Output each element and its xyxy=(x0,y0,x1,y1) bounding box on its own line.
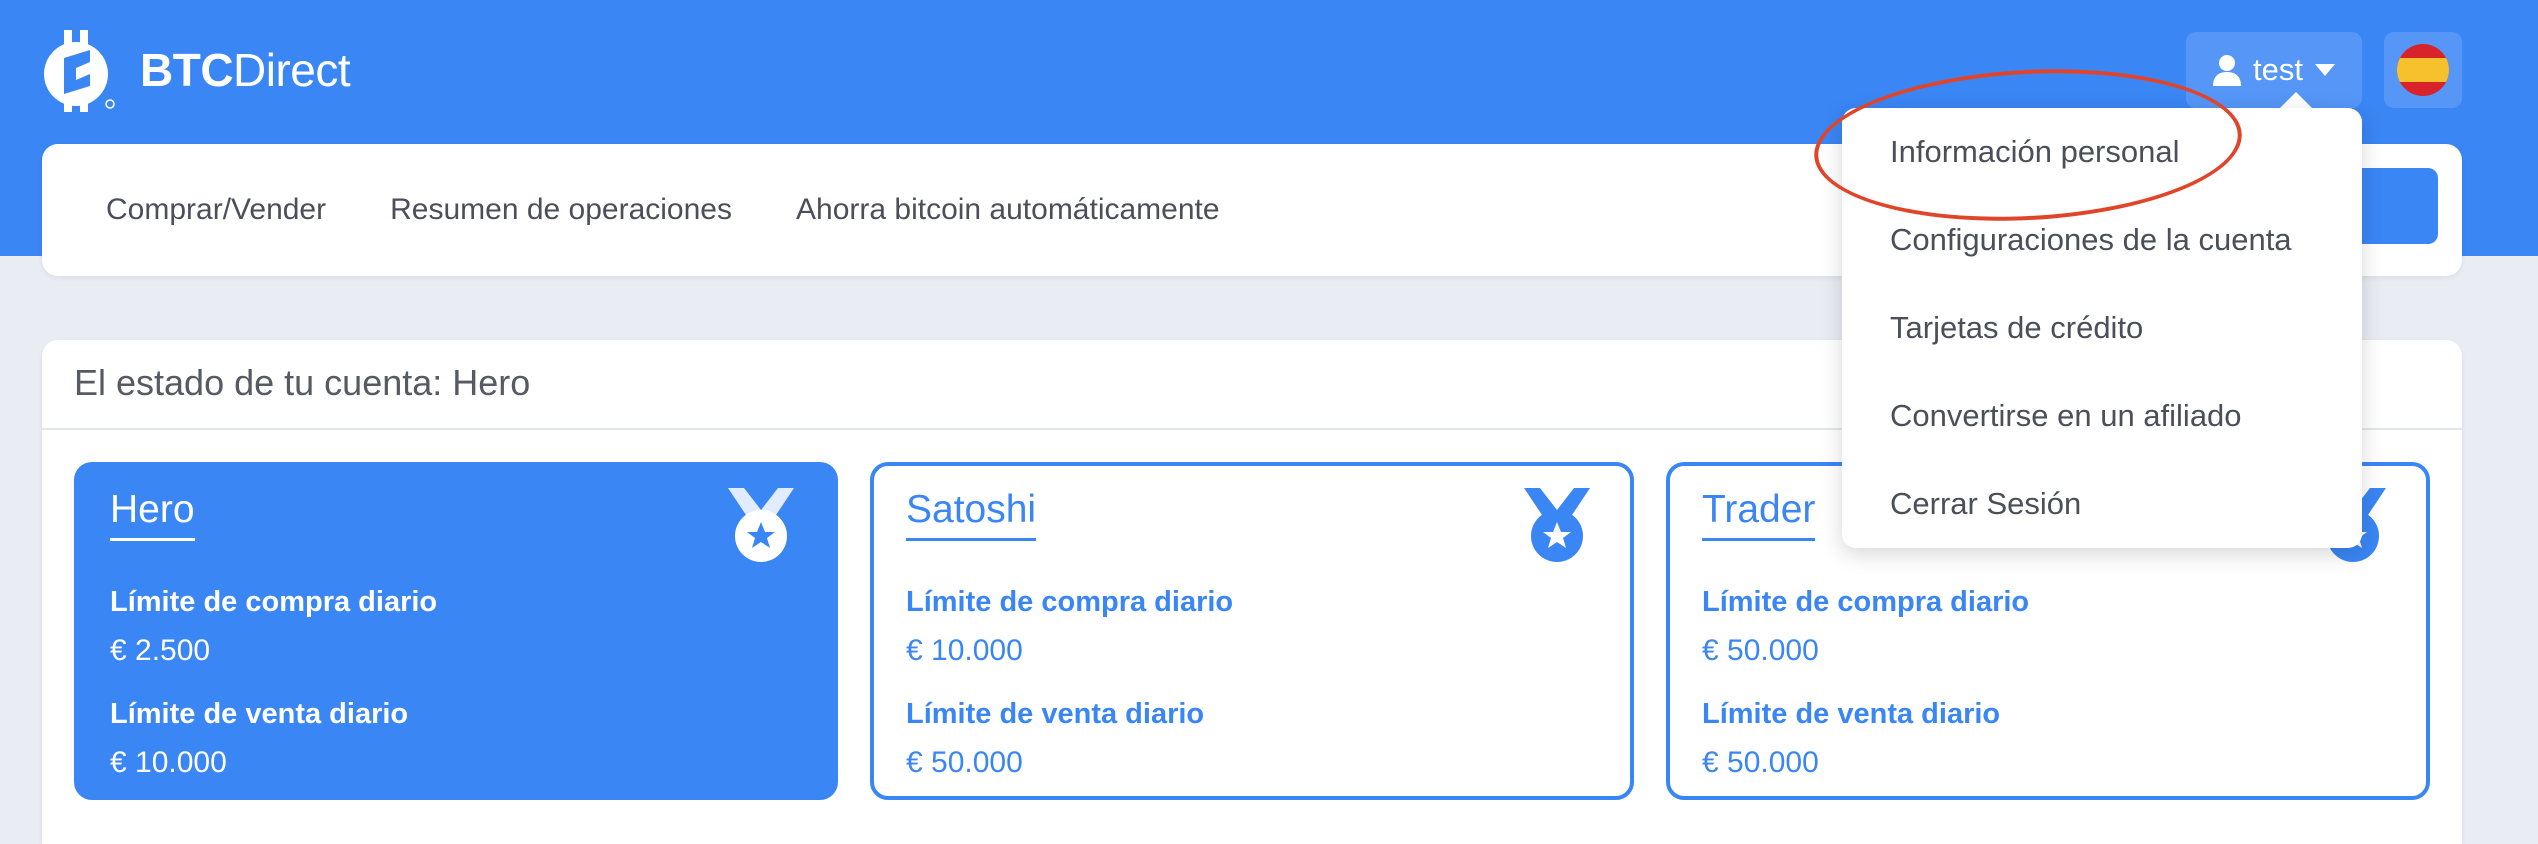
buy-limit-value: € 50.000 xyxy=(1702,634,1819,667)
tier-name: Hero xyxy=(110,488,195,541)
user-menu-button[interactable]: test xyxy=(2186,32,2362,108)
tier-name: Satoshi xyxy=(906,488,1037,541)
tier-card-satoshi: Satoshi Límite de compra diario € 10.000… xyxy=(870,462,1634,800)
medal-icon xyxy=(728,488,794,562)
nav-item-operations-summary[interactable]: Resumen de operaciones xyxy=(390,193,732,227)
chevron-down-icon xyxy=(2314,64,2335,76)
sell-limit-value: € 50.000 xyxy=(906,746,1023,779)
tier-card-hero: Hero Límite de compra diario € 2.500 Lím… xyxy=(74,462,838,800)
sell-limit-value: € 50.000 xyxy=(1702,746,1819,779)
buy-limit-value: € 2.500 xyxy=(110,634,211,667)
account-status-title: El estado de tu cuenta: Hero xyxy=(74,362,531,403)
buy-limit-value: € 10.000 xyxy=(906,634,1023,667)
sell-limit-value: € 10.000 xyxy=(110,746,227,779)
btcdirect-logo[interactable]: BTCDirect xyxy=(42,28,351,112)
menu-item-account-settings[interactable]: Configuraciones de la cuenta xyxy=(1890,222,2292,258)
tier-name: Trader xyxy=(1702,488,1816,541)
menu-item-become-affiliate[interactable]: Convertirse en un afiliado xyxy=(1890,398,2242,434)
nav-item-auto-save-bitcoin[interactable]: Ahorra bitcoin automáticamente xyxy=(796,193,1220,227)
sell-limit-label: Límite de venta diario xyxy=(906,698,1205,730)
menu-item-logout[interactable]: Cerrar Sesión xyxy=(1890,486,2081,522)
logo-bitcoin-icon xyxy=(44,30,115,112)
spain-flag-icon xyxy=(2397,44,2449,96)
menu-item-personal-info[interactable]: Información personal xyxy=(1890,134,2180,170)
logo-wordmark: BTCDirect xyxy=(140,44,351,96)
sell-limit-label: Límite de venta diario xyxy=(1702,698,2001,730)
main-nav: Comprar/Vender Resumen de operaciones Ah… xyxy=(106,144,1220,276)
user-icon xyxy=(2213,55,2242,86)
username-label: test xyxy=(2253,52,2303,87)
buy-limit-label: Límite de compra diario xyxy=(1702,586,2030,618)
menu-item-credit-cards[interactable]: Tarjetas de crédito xyxy=(1890,310,2143,346)
nav-item-buy-sell[interactable]: Comprar/Vender xyxy=(106,193,326,227)
buy-limit-label: Límite de compra diario xyxy=(110,586,438,618)
buy-limit-label: Límite de compra diario xyxy=(906,586,1234,618)
medal-icon xyxy=(1524,488,1590,562)
sell-limit-label: Límite de venta diario xyxy=(110,698,409,730)
language-selector[interactable] xyxy=(2384,32,2462,108)
user-dropdown-menu: Información personal Configuraciones de … xyxy=(1842,108,2362,548)
